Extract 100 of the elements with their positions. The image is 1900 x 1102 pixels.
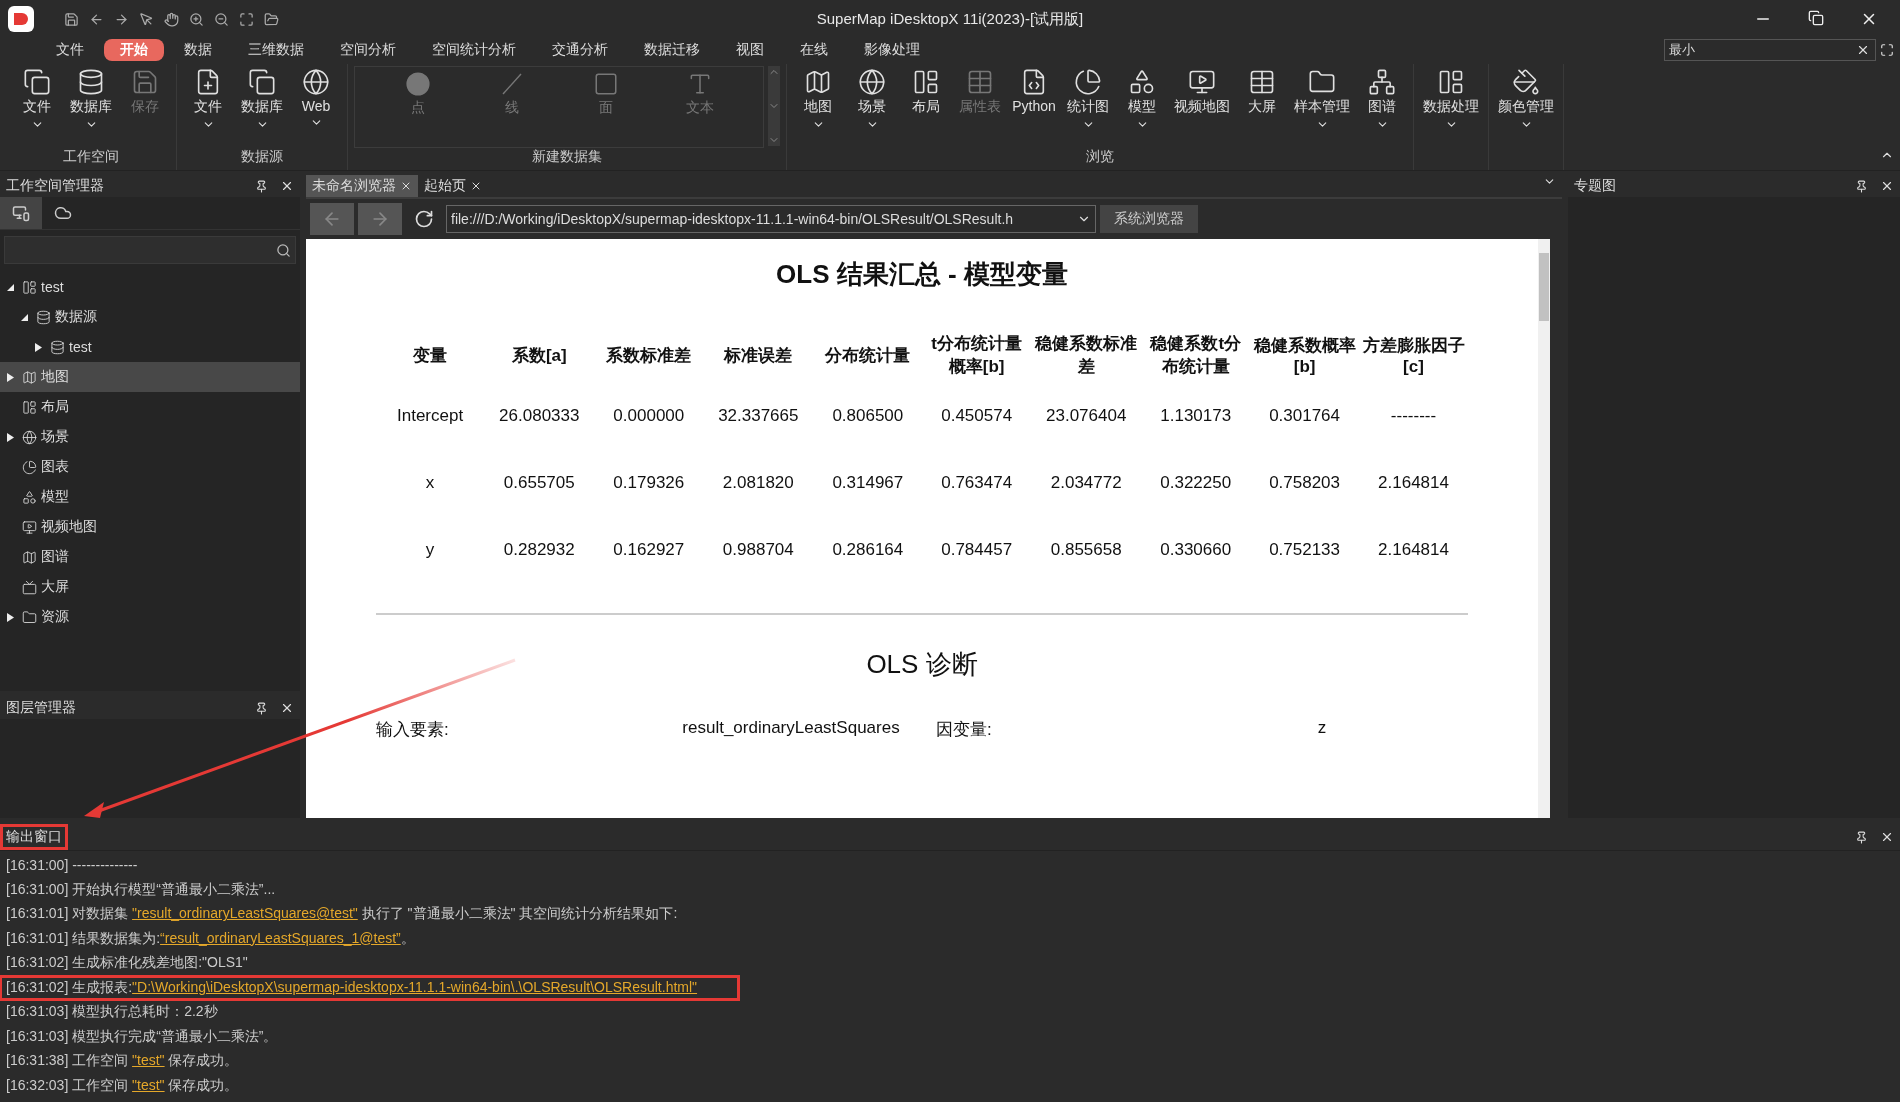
collapsed-triangle-icon[interactable] xyxy=(6,612,15,622)
pin-icon[interactable] xyxy=(1855,179,1868,193)
ribbon-button[interactable]: 数据库 xyxy=(66,64,116,148)
ribbon-button[interactable]: 文件 xyxy=(12,64,62,148)
link[interactable]: "test" xyxy=(132,1076,165,1093)
zoom-out-icon[interactable] xyxy=(214,11,229,27)
table-cell-text: 0.988704 xyxy=(721,538,795,561)
tree-item[interactable]: 数据源 xyxy=(0,302,300,332)
log-time: [16:31:03] xyxy=(6,1003,69,1020)
ribbon-button[interactable]: 文件 xyxy=(183,64,233,148)
table-cell-text: 0.000000 xyxy=(612,404,686,427)
globe-icon xyxy=(302,68,330,96)
column-header: 系数标准差 xyxy=(605,344,693,367)
menu-tab[interactable]: 数据迁移 xyxy=(628,39,716,61)
ribbon-button[interactable]: 场景 xyxy=(847,64,897,148)
ribbon-button[interactable]: 模型 xyxy=(1117,64,1167,148)
ribbon-button[interactable]: 视频地图 xyxy=(1171,64,1233,148)
panel-title: 图层管理器 xyxy=(6,699,77,717)
tree-item[interactable]: 场景 xyxy=(0,422,300,452)
zoom-in-icon[interactable] xyxy=(189,11,204,27)
close-icon[interactable] xyxy=(470,180,482,192)
ribbon-button[interactable]: 图谱 xyxy=(1357,64,1407,148)
link[interactable]: "D:\Working\iDesktopX\supermap-idesktopx-11.1.1-win64-bin\.\OLSResult\OLSResult.html" xyxy=(132,978,698,995)
scrollbar[interactable] xyxy=(1538,239,1550,818)
restore-icon[interactable] xyxy=(1808,10,1824,26)
log-time: [16:31:02] xyxy=(6,978,69,995)
table-cell-text: 0.314967 xyxy=(831,471,905,494)
menu-tab[interactable]: 影像处理 xyxy=(848,39,936,61)
log-time: [16:31:00] xyxy=(6,857,69,874)
ribbon-button[interactable]: 样本管理 xyxy=(1291,64,1353,148)
tree-item[interactable]: 大屏 xyxy=(0,572,300,602)
document-tab[interactable]: 未命名浏览器 xyxy=(306,175,418,197)
tree-item[interactable]: test xyxy=(0,272,300,302)
close-icon[interactable] xyxy=(1880,830,1894,844)
monitor-icon xyxy=(22,519,37,535)
tree-item[interactable]: 模型 xyxy=(0,482,300,512)
close-icon[interactable] xyxy=(280,179,294,193)
ribbon-button[interactable]: Python xyxy=(1009,64,1059,148)
tree-item[interactable]: 视频地图 xyxy=(0,512,300,542)
folder-icon[interactable] xyxy=(264,11,279,27)
save-icon[interactable] xyxy=(64,11,79,27)
link[interactable]: "result_ordinaryLeastSquares@test" xyxy=(132,905,358,922)
ribbon-button[interactable]: 数据处理 xyxy=(1420,64,1482,148)
collapsed-triangle-icon[interactable] xyxy=(6,372,15,382)
table-cell-text: 0.162927 xyxy=(612,538,686,561)
tree-search-field[interactable] xyxy=(4,236,296,264)
full-extent-icon[interactable] xyxy=(239,11,254,27)
close-icon[interactable] xyxy=(400,180,412,192)
collapsed-triangle-icon[interactable] xyxy=(6,432,15,442)
column-header: 标准误差 xyxy=(722,344,794,367)
menu-tab[interactable]: 空间分析 xyxy=(324,39,412,61)
ribbon-button[interactable]: 大屏 xyxy=(1237,64,1287,148)
table-cell-text: 2.034772 xyxy=(1049,471,1123,494)
tree-item[interactable]: 图谱 xyxy=(0,542,300,572)
pin-icon[interactable] xyxy=(255,179,268,193)
ribbon-button[interactable]: 颜色管理 xyxy=(1495,64,1557,148)
menu-tab[interactable]: 在线 xyxy=(784,39,844,61)
pointer-icon[interactable] xyxy=(139,11,154,27)
ribbon-button[interactable]: 统计图 xyxy=(1063,64,1113,148)
cloud-icon xyxy=(54,204,72,222)
close-icon[interactable] xyxy=(280,701,294,715)
pin-icon[interactable] xyxy=(1855,830,1868,844)
menu-tab[interactable]: 数据 xyxy=(168,39,228,61)
tree-item[interactable]: 地图 xyxy=(0,362,300,392)
hand-icon[interactable] xyxy=(164,11,179,27)
log-time: [16:31:00] xyxy=(6,880,69,897)
column-header: t分布统计量概率[b] xyxy=(930,333,1024,378)
ribbon-button[interactable]: Web xyxy=(291,64,341,148)
window-title: SuperMap iDesktopX 11i(2023)-[试用版] xyxy=(816,9,1084,29)
ribbon-button[interactable]: 地图 xyxy=(793,64,843,148)
menu-tab[interactable]: 文件 xyxy=(40,39,100,61)
table-cell-text: 0.301764 xyxy=(1268,404,1342,427)
close-icon[interactable] xyxy=(1880,179,1894,193)
expanded-triangle-icon[interactable] xyxy=(20,312,29,322)
menu-tab[interactable]: 视图 xyxy=(720,39,780,61)
expanded-triangle-icon[interactable] xyxy=(6,282,15,292)
collapsed-triangle-icon[interactable] xyxy=(34,342,43,352)
tree-item[interactable]: 资源 xyxy=(0,602,300,632)
log-text: 结果数据集为: xyxy=(71,929,161,946)
address-field[interactable]: file:///D:/Working/iDesktopX/supermap-idesktopx-11.1.1-win64-bin/OLSResult/OLSResult.h xyxy=(446,205,1096,233)
ribbon-button[interactable]: 布局 xyxy=(901,64,951,148)
local-tab[interactable] xyxy=(0,197,42,229)
document-tab[interactable]: 起始页 xyxy=(418,175,488,197)
expand-icon[interactable] xyxy=(1880,43,1894,57)
shapes-icon xyxy=(1128,68,1156,96)
menu-tab[interactable]: 空间统计分析 xyxy=(416,39,532,61)
system-browser-button[interactable]: 系统浏览器 xyxy=(1100,205,1198,233)
link[interactable]: “result_ordinaryLeastSquares_1@test” xyxy=(160,929,401,946)
ribbon-button[interactable]: 数据库 xyxy=(237,64,287,148)
pin-icon[interactable] xyxy=(255,701,268,715)
tree-item[interactable]: 布局 xyxy=(0,392,300,422)
tree-item[interactable]: test xyxy=(0,332,300,362)
search-field[interactable]: 最小 xyxy=(1664,39,1876,61)
table-cell-text: 0.322250 xyxy=(1159,471,1233,494)
menu-tab[interactable]: 交通分析 xyxy=(536,39,624,61)
link[interactable]: "test" xyxy=(132,1052,165,1069)
map-icon xyxy=(22,369,37,385)
menu-tab[interactable]: 三维数据 xyxy=(232,39,320,61)
panel-title: 专题图 xyxy=(1574,177,1617,195)
tree-item[interactable]: 图表 xyxy=(0,452,300,482)
